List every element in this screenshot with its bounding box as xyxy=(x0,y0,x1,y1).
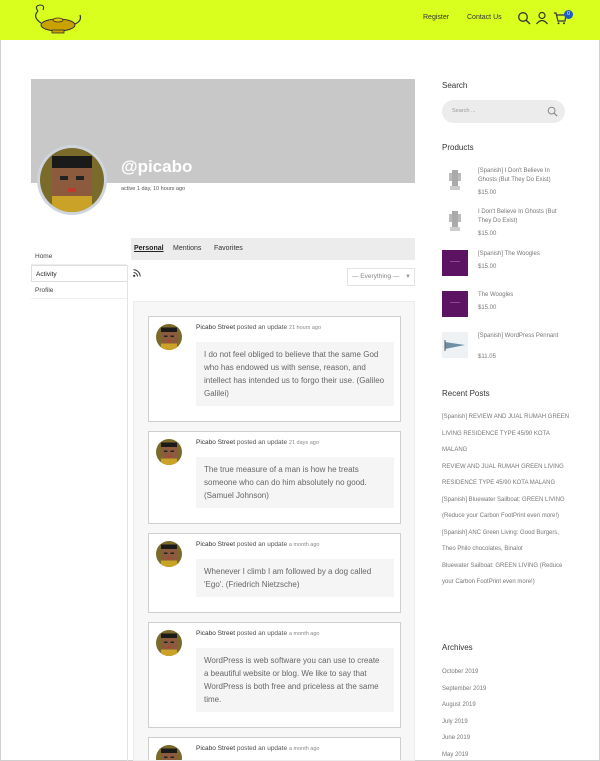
archive-link[interactable]: July 2019 xyxy=(442,714,486,731)
activity-time[interactable]: a month ago xyxy=(289,542,320,548)
activity-item: Picabo Street posted an update a month a… xyxy=(148,533,401,613)
activity-content: The true measure of a man is how he trea… xyxy=(196,457,394,508)
activity-avatar[interactable] xyxy=(156,439,182,465)
recent-post-link[interactable]: Bluewater Sailboat: GREEN LIVING (Reduce… xyxy=(442,558,570,591)
profile-username: @picabo xyxy=(121,157,193,176)
product-price: $11.05 xyxy=(478,354,496,360)
activity-subnav: Personal Mentions Favorites xyxy=(131,238,415,260)
recent-post-link[interactable]: [Spanish] Bluewater Sailboat: GREEN LIVI… xyxy=(442,492,570,525)
activity-author-link[interactable]: Picabo Street xyxy=(196,630,235,637)
activity-content: Whenever I climb I am followed by a dog … xyxy=(196,559,394,597)
nav-contact-link[interactable]: Contact Us xyxy=(467,14,502,21)
activity-avatar[interactable] xyxy=(156,630,182,656)
subnav-personal-tab[interactable]: Personal xyxy=(134,245,164,252)
activity-time[interactable]: a month ago xyxy=(289,746,320,752)
activity-item: Picabo Street posted an update a month a… xyxy=(148,622,401,728)
activity-meta: Picabo Street posted an update 21 days a… xyxy=(196,439,319,446)
archive-link[interactable]: August 2019 xyxy=(442,697,486,714)
product-price: $15.00 xyxy=(478,305,497,311)
recent-post-link[interactable]: [Spanish] ANC Green Living: Good Burgers… xyxy=(442,525,570,558)
activity-action: posted an update xyxy=(236,745,288,752)
search-widget-title: Search xyxy=(442,81,468,90)
search-placeholder: Search ... xyxy=(452,108,476,114)
chevron-down-icon: ▼ xyxy=(405,274,411,280)
subnav-mentions-tab[interactable]: Mentions xyxy=(173,245,201,252)
activity-action: posted an update xyxy=(236,324,288,331)
product-name[interactable]: The Woogles xyxy=(478,291,570,300)
recent-posts-list: [Spanish] REVIEW AND JUAL RUMAH GREEN LI… xyxy=(442,409,570,591)
activity-meta: Picabo Street posted an update a month a… xyxy=(196,541,319,548)
activity-avatar[interactable] xyxy=(156,541,182,567)
sidebar-search-input[interactable]: Search ... xyxy=(442,100,565,123)
product-price: $15.00 xyxy=(478,264,497,270)
activity-content: I do not feel obliged to believe that th… xyxy=(196,342,394,406)
product-name[interactable]: [Spanish] WordPress Pennant xyxy=(478,332,570,341)
product-name[interactable]: [Spanish] The Woogles xyxy=(478,250,570,259)
product-thumbnail[interactable] xyxy=(442,167,468,193)
profile-nav-menu: Home Activity Profile xyxy=(31,248,127,299)
archive-link[interactable]: October 2019 xyxy=(442,664,486,681)
product-thumbnail[interactable] xyxy=(442,208,468,234)
activity-author-link[interactable]: Picabo Street xyxy=(196,745,235,752)
activity-meta: Picabo Street posted an update a month a… xyxy=(196,745,319,752)
product-thumbnail[interactable] xyxy=(442,250,468,276)
nav-register-link[interactable]: Register xyxy=(423,14,449,21)
activity-filter-select[interactable]: — Everything — ▼ xyxy=(347,268,415,286)
menu-divider xyxy=(127,265,128,761)
activity-time[interactable]: a month ago xyxy=(289,631,320,637)
activity-item: Picabo Street posted an update 21 hours … xyxy=(148,316,401,422)
search-icon[interactable] xyxy=(547,106,558,117)
activity-meta: Picabo Street posted an update a month a… xyxy=(196,630,319,637)
activity-item: Picabo Street posted an update 21 days a… xyxy=(148,431,401,524)
product-name[interactable]: I Don't Believe In Ghosts (But They Do E… xyxy=(478,208,570,226)
archives-list: October 2019 September 2019 August 2019 … xyxy=(442,664,486,761)
profile-nav-activity[interactable]: Activity xyxy=(31,265,127,282)
search-icon[interactable] xyxy=(517,11,531,25)
activity-feed: Picabo Street posted an update 21 hours … xyxy=(133,301,415,761)
archives-title: Archives xyxy=(442,643,473,652)
recent-post-link[interactable]: [Spanish] REVIEW AND JUAL RUMAH GREEN LI… xyxy=(442,409,570,459)
activity-content: WordPress is web software you can use to… xyxy=(196,648,394,712)
products-widget-title: Products xyxy=(442,143,474,152)
product-price: $15.00 xyxy=(478,190,497,196)
product-name[interactable]: [Spanish] I Don't Believe In Ghosts (But… xyxy=(478,167,570,185)
lamp-logo-icon[interactable] xyxy=(28,3,84,37)
activity-filter-value: — Everything — xyxy=(352,273,400,280)
activity-time[interactable]: 21 days ago xyxy=(289,440,319,446)
activity-item: Picabo Street posted an update a month a… xyxy=(148,737,401,760)
cart-count-badge: 0 xyxy=(564,10,573,19)
product-price: $15.00 xyxy=(478,231,497,237)
activity-avatar[interactable] xyxy=(156,745,182,760)
profile-avatar[interactable] xyxy=(37,145,107,215)
site-header: Register Contact Us 0 xyxy=(0,0,600,40)
user-icon[interactable] xyxy=(535,11,549,25)
recent-post-link[interactable]: REVIEW AND JUAL RUMAH GREEN LIVING RESID… xyxy=(442,459,570,492)
product-thumbnail[interactable] xyxy=(442,332,468,358)
activity-author-link[interactable]: Picabo Street xyxy=(196,541,235,548)
activity-action: posted an update xyxy=(236,630,288,637)
profile-nav-profile[interactable]: Profile xyxy=(31,282,127,299)
activity-meta: Picabo Street posted an update 21 hours … xyxy=(196,324,321,331)
archive-link[interactable]: September 2019 xyxy=(442,681,486,698)
profile-nav-home[interactable]: Home xyxy=(31,248,127,265)
activity-time[interactable]: 21 hours ago xyxy=(289,325,321,331)
activity-author-link[interactable]: Picabo Street xyxy=(196,439,235,446)
recent-posts-title: Recent Posts xyxy=(442,389,490,398)
subnav-favorites-tab[interactable]: Favorites xyxy=(214,245,243,252)
activity-avatar[interactable] xyxy=(156,324,182,350)
profile-last-active: active 1 day, 10 hours ago xyxy=(121,186,186,192)
activity-action: posted an update xyxy=(236,541,288,548)
archive-link[interactable]: May 2019 xyxy=(442,747,486,761)
activity-author-link[interactable]: Picabo Street xyxy=(196,324,235,331)
archive-link[interactable]: June 2019 xyxy=(442,730,486,747)
activity-action: posted an update xyxy=(236,439,288,446)
rss-icon[interactable] xyxy=(133,269,141,277)
product-thumbnail[interactable] xyxy=(442,291,468,317)
